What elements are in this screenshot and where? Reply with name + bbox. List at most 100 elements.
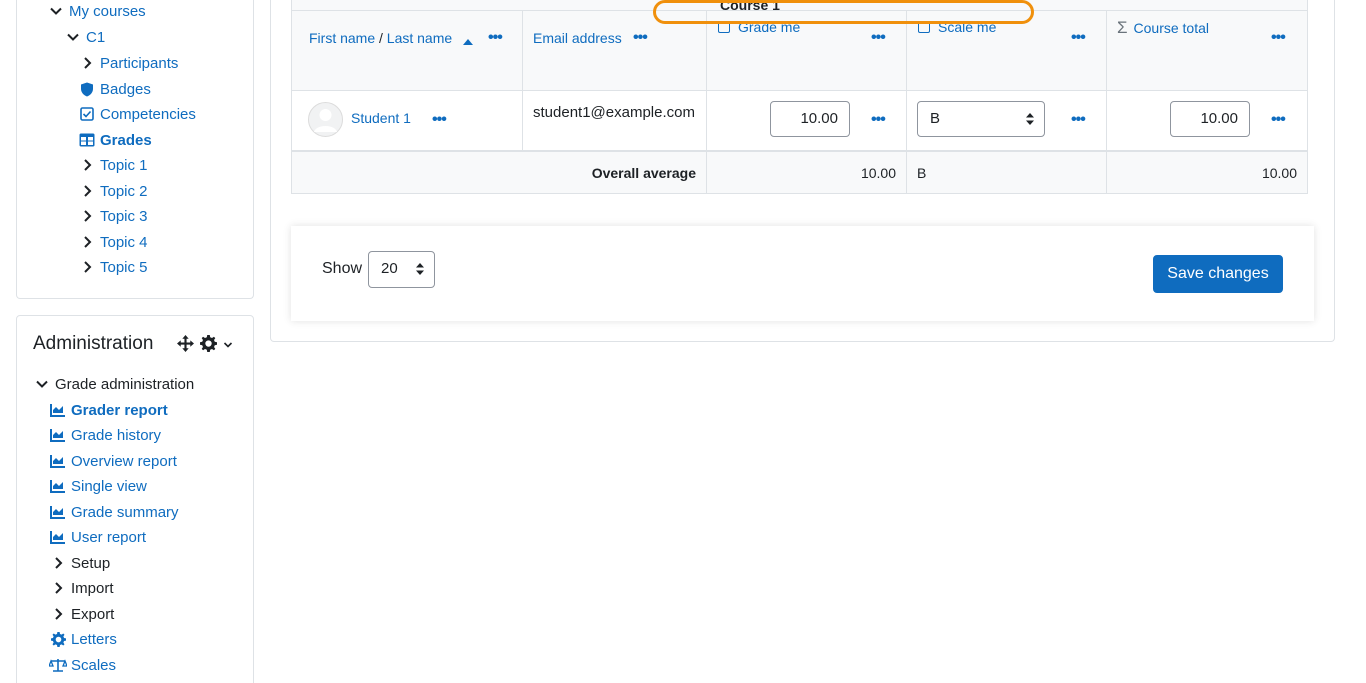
gear-icon[interactable] [200,335,217,356]
name-separator: / [379,30,383,46]
header-course-total-cell: Σ Course total ••• [1107,11,1308,91]
email-column-menu[interactable]: ••• [633,30,648,46]
admin-item-letters[interactable]: Letters [49,628,117,650]
table-icon [78,131,96,149]
select-arrows-icon [1026,113,1034,125]
chart-icon [49,477,67,495]
admin-item-single-view[interactable]: Single view [49,475,147,497]
chart-icon [49,503,67,521]
nav-item-grades[interactable]: Grades [78,129,152,151]
save-changes-button[interactable]: Save changes [1153,255,1283,293]
course-total-column-menu[interactable]: ••• [1271,30,1286,46]
checkbox-icon [78,105,96,123]
average-course-total: 10.00 [1261,165,1297,181]
average-grade-me: 10.00 [860,165,896,181]
nav-my-courses[interactable]: My courses [47,0,146,22]
nav-item-topic-1[interactable]: Topic 1 [78,154,148,176]
student-action-menu[interactable]: ••• [432,112,447,128]
name-column-menu[interactable]: ••• [488,30,503,46]
chevron-down-icon[interactable] [223,337,233,354]
chevron-right-icon[interactable] [49,605,67,623]
grade-me-cell: 10.00 ••• [707,91,907,152]
chevron-right-icon[interactable] [78,207,96,225]
admin-item-grader-report[interactable]: Grader report [49,399,168,421]
chevron-right-icon[interactable] [78,258,96,276]
nav-item-competencies[interactable]: Competencies [78,103,196,125]
scale-me-column-menu[interactable]: ••• [1071,30,1086,46]
admin-actions [177,335,233,356]
average-course-total-cell: 10.00 [1107,152,1308,194]
admin-title: Administration [33,333,154,354]
admin-item-setup[interactable]: Setup [49,552,110,574]
nav-item-topic-2[interactable]: Topic 2 [78,180,148,202]
nav-course-c1[interactable]: C1 [64,26,105,48]
select-arrows-icon [416,263,424,275]
average-scale-me-cell: B [907,152,1107,194]
scale-me-select[interactable]: B [917,101,1045,137]
per-page-value: 20 [381,260,398,277]
student-name-cell: Student 1 ••• [291,91,523,152]
student-email-cell: student1@example.com [523,91,707,152]
average-grade-me-cell: 10.00 [707,152,907,194]
sort-last-name[interactable]: Last name [387,30,452,46]
sticky-footer: Show 20 Save changes [291,226,1314,321]
sort-ascending-icon[interactable] [463,32,473,49]
per-page-select[interactable]: 20 [368,251,435,288]
highlight-annotation [653,0,1034,24]
admin-item-overview-report[interactable]: Overview report [49,450,177,472]
admin-item-import[interactable]: Import [49,577,114,599]
header-name-cell: First name / Last name ••• [291,11,523,91]
chart-icon [49,528,67,546]
nav-item-topic-4[interactable]: Topic 4 [78,231,148,253]
course-total-header: Σ Course total [1117,18,1209,38]
grade-me-column-menu[interactable]: ••• [871,30,886,46]
student-link[interactable]: Student 1 [351,110,411,126]
chevron-down-icon[interactable] [64,28,82,46]
admin-item-grade-summary[interactable]: Grade summary [49,501,179,523]
course-total-cell: 10.00 ••• [1107,91,1308,152]
admin-item-grade-history[interactable]: Grade history [49,424,161,446]
avatar [308,102,343,141]
nav-item-topic-5[interactable]: Topic 5 [78,256,148,278]
nav-item-topic-3[interactable]: Topic 3 [78,205,148,227]
course-total-cell-menu[interactable]: ••• [1271,112,1286,128]
chart-icon [49,452,67,470]
grader-table: Course 1 First name / Last name ••• Emai… [291,0,1308,194]
course-total-link[interactable]: Course total [1134,20,1209,36]
nav-item-participants[interactable]: Participants [78,52,178,74]
chevron-down-icon[interactable] [47,2,65,20]
average-label-cell: Overall average [291,152,707,194]
chart-icon [49,401,67,419]
admin-item-scales[interactable]: Scales [49,654,116,676]
chevron-right-icon[interactable] [78,233,96,251]
sort-email[interactable]: Email address [533,30,622,46]
chart-icon [49,426,67,444]
scale-me-cell-menu[interactable]: ••• [1071,112,1086,128]
chevron-right-icon[interactable] [78,54,96,72]
course-total-input[interactable]: 10.00 [1170,101,1250,137]
chevron-right-icon[interactable] [49,554,67,572]
nav-item-badges[interactable]: Badges [78,78,151,100]
grade-me-cell-menu[interactable]: ••• [871,112,886,128]
gear-icon [49,630,67,648]
average-scale-me: B [917,165,927,181]
chevron-down-icon[interactable] [33,375,51,393]
navigation-block: My courses C1 Participants Badges Compet… [16,0,254,299]
sigma-icon: Σ [1117,18,1128,37]
move-icon[interactable] [177,335,194,356]
scale-me-selected: B [930,110,941,127]
shield-icon [78,80,96,98]
admin-item-export[interactable]: Export [49,603,114,625]
sort-first-name[interactable]: First name [309,30,375,46]
chevron-right-icon[interactable] [78,182,96,200]
admin-item-user-report[interactable]: User report [49,526,146,548]
average-label: Overall average [591,165,696,181]
grade-administration[interactable]: Grade administration [33,373,194,395]
chevron-right-icon[interactable] [49,579,67,597]
scale-me-cell: B ••• [907,91,1107,152]
show-label: Show [322,260,363,277]
chevron-right-icon[interactable] [78,156,96,174]
student-email: student1@example.com [533,104,695,121]
balance-scale-icon [49,656,67,674]
grade-me-input[interactable]: 10.00 [770,101,850,137]
